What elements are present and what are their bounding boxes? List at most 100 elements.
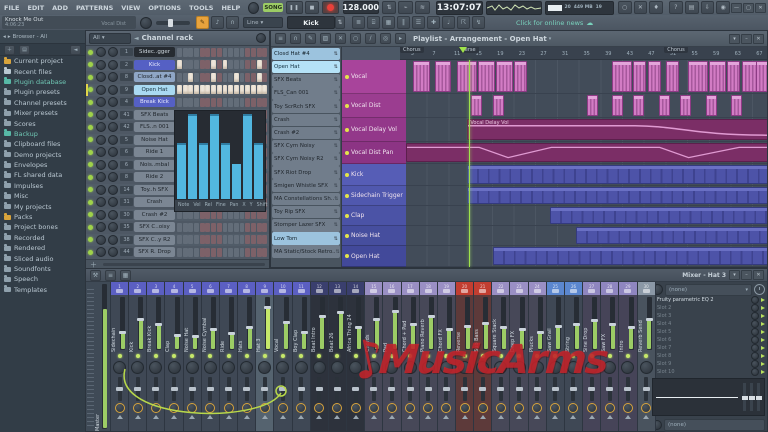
step-cell[interactable] <box>222 60 228 70</box>
step-cell[interactable] <box>216 97 222 107</box>
step-cell[interactable] <box>188 247 194 257</box>
channel-pan-knob[interactable] <box>96 184 106 195</box>
add-icon[interactable]: ＋ <box>4 44 15 55</box>
channel-led[interactable] <box>88 49 93 55</box>
mixer-strip-hats[interactable]: 8 Hats <box>238 282 257 431</box>
strip-pan-knob[interactable] <box>494 361 508 374</box>
strip-header[interactable]: 19 <box>437 282 455 295</box>
save-button[interactable]: ▤ <box>684 1 699 14</box>
strip-header[interactable]: 16 <box>383 282 401 295</box>
mixer-strip-saw-grail[interactable]: 25 Saw Grail <box>546 282 565 431</box>
channel-button[interactable]: Ride 1 <box>134 147 175 158</box>
step-cell[interactable] <box>211 247 217 257</box>
pattern-sfx-riot-drop[interactable]: SFX Riot Drop ⇅ <box>272 166 340 179</box>
file-icon[interactable]: ▤ <box>19 44 30 55</box>
step-cell[interactable] <box>239 85 245 95</box>
fader-handle[interactable] <box>373 317 381 321</box>
strip-stereo-knob[interactable] <box>296 403 307 413</box>
track-lane[interactable] <box>406 206 767 226</box>
track-mute-led[interactable] <box>345 127 349 132</box>
mixer-strip-reverse[interactable]: 20 Reverse <box>455 282 475 431</box>
strip-stereo-knob[interactable] <box>495 403 506 413</box>
browser-item-my-projects[interactable]: My projects <box>0 201 85 211</box>
strip-stereo-knob[interactable] <box>277 403 288 413</box>
fader-handle[interactable] <box>318 315 326 319</box>
step-cell[interactable] <box>262 235 268 245</box>
strip-header[interactable]: 10 <box>274 282 292 295</box>
fader-handle[interactable] <box>282 320 290 324</box>
strip-send-slider[interactable] <box>515 377 523 401</box>
send-handle[interactable] <box>152 386 160 391</box>
channel-led[interactable] <box>88 124 93 130</box>
step-cell[interactable] <box>205 85 211 95</box>
strip-stereo-knob[interactable] <box>368 403 379 413</box>
strip-fader[interactable] <box>228 297 236 350</box>
channel-volume-knob[interactable] <box>108 97 118 108</box>
strip-pan-knob[interactable] <box>349 361 363 374</box>
fx-slot-1[interactable]: Fruity parametric EQ 2 <box>652 296 765 304</box>
step-cell[interactable] <box>228 97 234 107</box>
delete-icon[interactable]: ✕ <box>335 33 346 44</box>
step-cell[interactable] <box>222 85 228 95</box>
step-cell[interactable] <box>216 247 222 257</box>
track-lane[interactable] <box>406 60 767 94</box>
graph-label-note[interactable]: Note <box>178 203 189 208</box>
track-mute-led[interactable] <box>345 74 349 79</box>
strip-pan-knob[interactable] <box>403 361 417 374</box>
mixer-strip-sub-bass[interactable]: 21 Sub Bass <box>474 282 493 431</box>
fader-handle[interactable] <box>155 323 163 327</box>
step-edit-button[interactable]: ∩ <box>226 16 239 29</box>
menu-item-patterns[interactable]: PATTERNS <box>72 4 117 12</box>
channel-led[interactable] <box>88 137 93 143</box>
strip-stereo-knob[interactable] <box>641 403 652 413</box>
strip-stereo-knob[interactable] <box>604 403 615 413</box>
strip-stereo-knob[interactable] <box>132 403 143 413</box>
mixer-strip-chord-pad[interactable]: 17 Chord + Pad <box>401 282 420 431</box>
step-cell[interactable] <box>194 222 199 232</box>
strip-send-slider[interactable] <box>333 377 341 401</box>
route-arrow-icon[interactable] <box>243 415 250 419</box>
route-arrow-icon[interactable] <box>388 415 395 419</box>
step-cell[interactable] <box>233 247 239 257</box>
graph-label-vel[interactable]: Vel <box>193 203 200 208</box>
browser-item-project-bones[interactable]: Project bones <box>0 222 85 232</box>
browser-item-backup[interactable]: Backup <box>0 129 85 139</box>
strip-pan-knob[interactable] <box>639 361 653 374</box>
channel-volume-knob[interactable] <box>108 234 118 245</box>
audio-clip[interactable] <box>633 61 647 92</box>
fx-mix-knob[interactable] <box>751 336 759 344</box>
audio-clip[interactable] <box>705 95 717 116</box>
strip-pan-knob[interactable] <box>458 361 472 374</box>
channel-pan-knob[interactable] <box>96 59 106 70</box>
channel-pan-knob[interactable] <box>96 122 106 133</box>
strip-header[interactable]: 27 <box>583 282 601 295</box>
browser-item-sliced-audio[interactable]: Sliced audio <box>0 253 85 263</box>
step-cell[interactable] <box>194 60 199 70</box>
browser-item-envelopes[interactable]: Envelopes <box>0 160 85 170</box>
step-cell[interactable] <box>182 97 188 107</box>
window-maximize-button[interactable]: ▢ <box>743 2 755 13</box>
channel-rack-titlebar[interactable]: All ▾ ◄ Channel rack <box>86 31 269 46</box>
slider-handle[interactable] <box>168 18 173 27</box>
master-strip[interactable]: Master <box>86 282 111 431</box>
fader-handle[interactable] <box>609 323 617 327</box>
fader-handle[interactable] <box>536 331 544 335</box>
channel-button[interactable]: Crash <box>134 197 175 208</box>
strip-header[interactable]: 20 <box>455 282 474 295</box>
strip-fader[interactable] <box>137 297 145 350</box>
strip-send-slider[interactable] <box>606 377 614 401</box>
step-cell[interactable] <box>182 47 188 57</box>
channel-volume-knob[interactable] <box>108 172 118 183</box>
channel-target-number[interactable]: 42 <box>120 123 133 132</box>
strip-header[interactable]: 4 <box>165 282 183 295</box>
mixer-strip-beat-26[interactable]: 13 Beat 26 <box>328 282 348 431</box>
send-handle[interactable] <box>497 386 505 391</box>
master-pitch-slider[interactable] <box>156 18 190 27</box>
strip-send-slider[interactable] <box>442 377 450 401</box>
strip-header[interactable]: 14 <box>347 282 365 295</box>
time-display[interactable]: 13:07:07 <box>435 0 483 15</box>
pattern-ma-constellations-sh-[interactable]: MA Constellations Sh.. ⇅ <box>272 192 340 206</box>
strip-stereo-knob[interactable] <box>477 403 488 413</box>
strip-stereo-knob[interactable] <box>187 403 198 413</box>
strip-fader[interactable] <box>119 297 127 350</box>
